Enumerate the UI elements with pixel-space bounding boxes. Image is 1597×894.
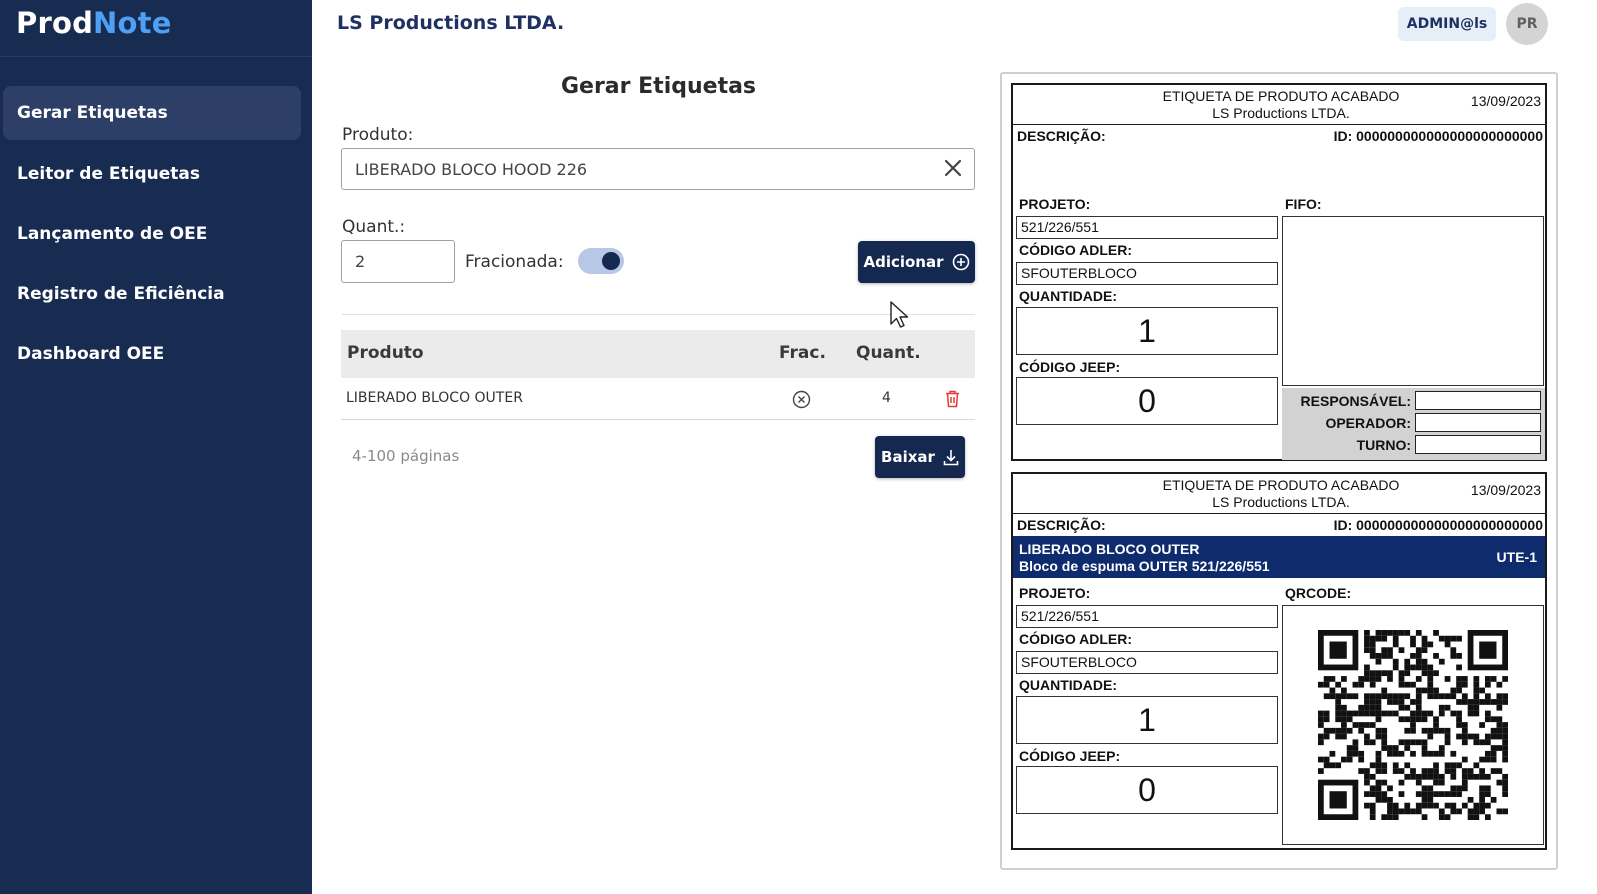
sidebar-item-lancamento-oee[interactable]: Lançamento de OEE [3, 207, 301, 261]
quant-value: 2 [355, 252, 366, 271]
fracionada-label: Fracionada: [465, 252, 564, 272]
codigo-jeep-label: CÓDIGO JEEP: [1019, 359, 1121, 375]
label-date: 13/09/2023 [1470, 482, 1541, 498]
fifo-label: FIFO: [1285, 196, 1322, 212]
column-header-quant[interactable]: Quant. [856, 343, 921, 363]
ute-code: UTE-1 [1496, 549, 1537, 565]
column-header-frac[interactable]: Frac. [779, 343, 826, 363]
sidebar-item-label: Lançamento de OEE [17, 224, 208, 244]
description-band: LIBERADO BLOCO OUTER Bloco de espuma OUT… [1013, 536, 1545, 578]
label-id: ID: 000000000000000000000000 [1333, 517, 1543, 533]
label-card-fifo: ETIQUETA DE PRODUTO ACABADO LS Productio… [1011, 83, 1547, 461]
signature-area: RESPONSÁVEL: OPERADOR: TURNO: [1282, 388, 1545, 460]
description-line2: Bloco de espuma OUTER 521/226/551 [1019, 169, 1270, 185]
codigo-jeep-value: 0 [1016, 377, 1278, 425]
label-title-line1: ETIQUETA DE PRODUTO ACABADO [1162, 477, 1400, 493]
produto-input[interactable]: LIBERADO BLOCO HOOD 226 [341, 148, 975, 190]
logo-part-note: Note [93, 6, 172, 40]
row-quant: 4 [882, 390, 891, 406]
label-date: 13/09/2023 [1470, 93, 1541, 109]
fracionada-toggle[interactable] [578, 248, 624, 274]
row-produto: LIBERADO BLOCO OUTER [346, 390, 523, 406]
quant-label: Quant.: [342, 217, 406, 237]
column-header-produto[interactable]: Produto [347, 343, 424, 363]
app-logo[interactable]: ProdNote [16, 6, 172, 40]
description-line1: LIBERADO BLOCO OUTER [1019, 541, 1200, 557]
logo-part-prod: Prod [16, 6, 94, 40]
codigo-adler-value: SFOUTERBLOCO [1016, 651, 1278, 674]
download-button-label: Baixar [881, 448, 935, 466]
sidebar-item-label: Dashboard OEE [17, 344, 165, 364]
quantidade-value: 1 [1016, 307, 1278, 355]
operador-label: OPERADOR: [1325, 415, 1411, 431]
quantidade-value: 1 [1016, 696, 1278, 744]
fifo-box [1282, 216, 1544, 386]
circle-x-icon [792, 390, 811, 409]
codigo-adler-label: CÓDIGO ADLER: [1019, 631, 1133, 647]
codigo-jeep-value: 0 [1016, 766, 1278, 814]
projeto-label: PROJETO: [1019, 196, 1091, 212]
qrcode-label: QRCODE: [1285, 585, 1352, 601]
sidebar-item-label: Registro de Eficiência [17, 284, 225, 304]
form-divider [342, 314, 975, 315]
responsavel-box [1415, 391, 1541, 410]
label-title-line1: ETIQUETA DE PRODUTO ACABADO [1162, 88, 1400, 104]
sidebar-divider [0, 56, 312, 57]
sidebar-item-dashboard-oee[interactable]: Dashboard OEE [3, 327, 301, 381]
label-id: ID: 000000000000000000000000 [1333, 128, 1543, 144]
download-icon [943, 449, 959, 465]
descricao-label: DESCRIÇÃO: [1017, 517, 1106, 533]
quant-input[interactable]: 2 [341, 240, 455, 283]
projeto-value: 521/226/551 [1016, 605, 1278, 628]
close-icon[interactable] [942, 157, 964, 179]
add-button[interactable]: Adicionar [858, 241, 975, 283]
label-divider [1013, 513, 1545, 514]
label-divider [1013, 124, 1545, 125]
turno-box [1415, 435, 1541, 454]
label-title-line2: LS Productions LTDA. [1212, 494, 1350, 510]
qrcode-box [1282, 605, 1544, 845]
description-band: LIBERADO BLOCO OUTER Bloco de espuma OUT… [1013, 147, 1545, 189]
projeto-value: 521/226/551 [1016, 216, 1278, 239]
sidebar: ProdNote Gerar Etiquetas Leitor de Etiqu… [0, 0, 312, 894]
quantidade-label: QUANTIDADE: [1019, 677, 1117, 693]
description-line2: Bloco de espuma OUTER 521/226/551 [1019, 558, 1270, 574]
table-header: Produto Frac. Quant. [341, 330, 975, 378]
ute-code: UTE-1 [1496, 160, 1537, 176]
operador-box [1415, 413, 1541, 432]
company-name: LS Productions LTDA. [337, 12, 565, 34]
label-title: ETIQUETA DE PRODUTO ACABADO LS Productio… [1013, 88, 1549, 122]
responsavel-label: RESPONSÁVEL: [1300, 393, 1411, 409]
sidebar-item-registro-eficiencia[interactable]: Registro de Eficiência [3, 267, 301, 321]
pagination-info: 4-100 páginas [352, 447, 460, 465]
user-badge[interactable]: ADMIN@ls [1398, 7, 1496, 41]
toggle-knob [602, 252, 620, 270]
avatar[interactable]: PR [1506, 3, 1548, 45]
add-button-label: Adicionar [863, 253, 944, 271]
sidebar-item-gerar-etiquetas[interactable]: Gerar Etiquetas [3, 86, 301, 140]
sidebar-item-label: Leitor de Etiquetas [17, 164, 200, 184]
sidebar-item-label: Gerar Etiquetas [17, 103, 168, 123]
label-title: ETIQUETA DE PRODUTO ACABADO LS Productio… [1013, 477, 1549, 511]
label-card-qrcode: ETIQUETA DE PRODUTO ACABADO LS Productio… [1011, 472, 1547, 850]
codigo-adler-label: CÓDIGO ADLER: [1019, 242, 1133, 258]
download-button[interactable]: Baixar [875, 436, 965, 478]
description-line1: LIBERADO BLOCO OUTER [1019, 152, 1200, 168]
sidebar-item-leitor-etiquetas[interactable]: Leitor de Etiquetas [3, 147, 301, 201]
mouse-cursor-icon [890, 301, 909, 328]
qr-code-icon [1318, 630, 1508, 820]
turno-label: TURNO: [1356, 437, 1411, 453]
plus-circle-icon [952, 253, 969, 271]
produto-label: Produto: [342, 125, 414, 145]
quantidade-label: QUANTIDADE: [1019, 288, 1117, 304]
page-title: Gerar Etiquetas [560, 74, 757, 99]
descricao-label: DESCRIÇÃO: [1017, 128, 1106, 144]
projeto-label: PROJETO: [1019, 585, 1091, 601]
codigo-adler-value: SFOUTERBLOCO [1016, 262, 1278, 285]
codigo-jeep-label: CÓDIGO JEEP: [1019, 748, 1121, 764]
trash-icon[interactable] [945, 390, 960, 408]
table-row: LIBERADO BLOCO OUTER 4 [341, 378, 975, 420]
produto-value: LIBERADO BLOCO HOOD 226 [355, 159, 588, 179]
label-title-line2: LS Productions LTDA. [1212, 105, 1350, 121]
